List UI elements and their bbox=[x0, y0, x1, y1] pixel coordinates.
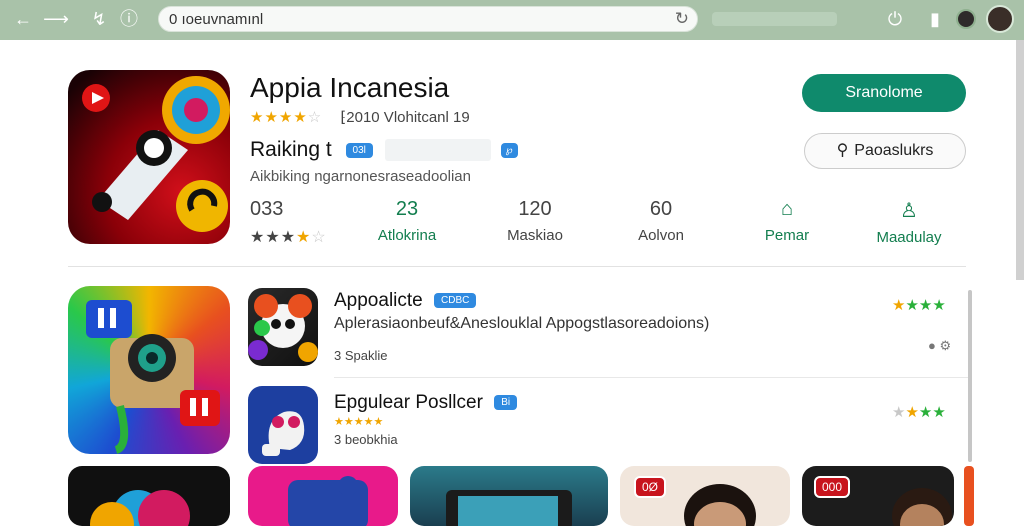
stat-age-value: 60 bbox=[649, 198, 673, 220]
profile-avatar[interactable] bbox=[986, 5, 1014, 33]
list-item-title[interactable]: Epgulear Posllcer Bi bbox=[334, 392, 518, 414]
ranking-label: Raiking t bbox=[250, 138, 332, 161]
stat-rating: 033 ★★★★☆ bbox=[238, 198, 348, 247]
list-item-desc: Aplerasiaonbeuf&Aneslouklal Appogstlasor… bbox=[334, 315, 710, 332]
install-button[interactable]: Sranolome bbox=[802, 74, 966, 112]
stat-size: 120 Maskiao bbox=[480, 198, 590, 244]
list-item-icon[interactable] bbox=[248, 288, 318, 366]
thumbnail-card[interactable]: 0Ø bbox=[620, 466, 790, 526]
list-scrollbar[interactable] bbox=[968, 290, 972, 462]
stat-age-label: Aolvon bbox=[638, 227, 684, 244]
list-divider bbox=[334, 377, 968, 378]
stat-age: 60 Aolvon bbox=[606, 198, 716, 244]
stat-rating-stars: ★★★★☆ bbox=[250, 229, 327, 246]
app-meta: ★★★★☆ ⁅2010 Vlohitcanl 19 bbox=[250, 108, 470, 126]
secondary-button[interactable]: ⚲ Paoaslukrs bbox=[804, 133, 966, 169]
stat-profile-label: Maadulay bbox=[876, 229, 942, 246]
app-meta-text: ⁅2010 Vlohitcanl 19 bbox=[340, 109, 470, 126]
list-item-badge: CDBC bbox=[434, 293, 477, 309]
stat-home[interactable]: ⌂ Pemar bbox=[732, 198, 842, 244]
list-item-title-text: Epgulear Posllcer bbox=[334, 392, 483, 413]
list-item-badge: Bi bbox=[494, 395, 518, 411]
list-item-count: 3 beobkhia bbox=[334, 432, 398, 447]
url-text: 0 ıoeuvnamınl bbox=[169, 11, 264, 28]
featured-app-icon[interactable] bbox=[68, 286, 230, 454]
list-item-icon[interactable] bbox=[248, 386, 318, 464]
history-icon[interactable]: ↯ bbox=[88, 8, 110, 30]
stat-downloads: 23 Atlokrina bbox=[352, 198, 462, 244]
stat-size-value: 120 bbox=[518, 198, 552, 220]
page-scrollbar[interactable] bbox=[1016, 40, 1024, 280]
forward-arrow-icon[interactable]: ⟶ bbox=[40, 8, 72, 30]
thumbnail-card[interactable]: 000 bbox=[802, 466, 954, 526]
stat-size-label: Maskiao bbox=[507, 227, 563, 244]
stat-rating-value: 033 bbox=[250, 198, 284, 220]
sidepanel-icon[interactable]: ▮ bbox=[924, 8, 946, 30]
stat-profile[interactable]: ♙ Maadulay bbox=[854, 198, 964, 246]
info-icon[interactable]: ⓘ bbox=[118, 8, 140, 30]
ranking-bar bbox=[384, 139, 491, 162]
ranking-row: Raiking t 03l ℘ bbox=[250, 138, 518, 162]
ranking-badge-icon: ℘ bbox=[500, 142, 518, 158]
list-item-action-icon[interactable]: ● ⚙ bbox=[928, 338, 951, 354]
app-subtitle: Aikbiking ngarnonesraseadoolian bbox=[250, 168, 471, 185]
address-bar[interactable]: 0 ıoeuvnamınl ↻ bbox=[158, 6, 698, 32]
stat-home-label: Pemar bbox=[764, 227, 810, 244]
browser-toolbar: ← ⟶ ↯ ⓘ 0 ıoeuvnamınl ↻ ⏻ ▮ bbox=[0, 0, 1024, 40]
tab-strip-placeholder bbox=[712, 12, 837, 26]
list-item-stars: ★★★★ bbox=[892, 404, 946, 421]
section-divider bbox=[68, 266, 966, 267]
app-title: Appia Incanesia bbox=[250, 72, 450, 103]
list-item-stars: ★★★★ bbox=[892, 297, 946, 314]
thumbnail-card[interactable] bbox=[410, 466, 608, 526]
stat-downloads-label: Atlokrina bbox=[377, 227, 437, 244]
stat-downloads-value: 23 bbox=[395, 198, 419, 220]
profile-avatar-small[interactable] bbox=[956, 9, 976, 29]
thumbnail-badge: 0Ø bbox=[634, 476, 667, 498]
home-icon: ⌂ bbox=[780, 198, 794, 220]
list-item-count: 3 Spaklie bbox=[334, 348, 388, 363]
rating-stars: ★★★★☆ bbox=[250, 109, 323, 126]
ranking-badge: 03l bbox=[345, 142, 373, 158]
app-icon bbox=[68, 70, 230, 244]
extension-icon[interactable]: ⏻ bbox=[884, 8, 906, 30]
thumbnail-badge: 000 bbox=[814, 476, 851, 498]
list-item-title[interactable]: Appoalicte CDBC bbox=[334, 290, 477, 312]
secondary-button-label: Paoaslukrs bbox=[854, 142, 934, 159]
back-arrow-icon[interactable]: ← bbox=[12, 8, 34, 30]
search-icon: ⚲ bbox=[836, 142, 849, 159]
list-item-rating: ★★★★★ bbox=[334, 416, 384, 428]
thumbnail-card[interactable] bbox=[68, 466, 230, 526]
list-item-title-text: Appoalicte bbox=[334, 290, 423, 311]
thumbnail-card[interactable] bbox=[248, 466, 398, 526]
person-icon: ♙ bbox=[900, 200, 918, 222]
thumbnail-card-partial[interactable] bbox=[964, 466, 974, 526]
reload-icon[interactable]: ↻ bbox=[675, 9, 689, 29]
